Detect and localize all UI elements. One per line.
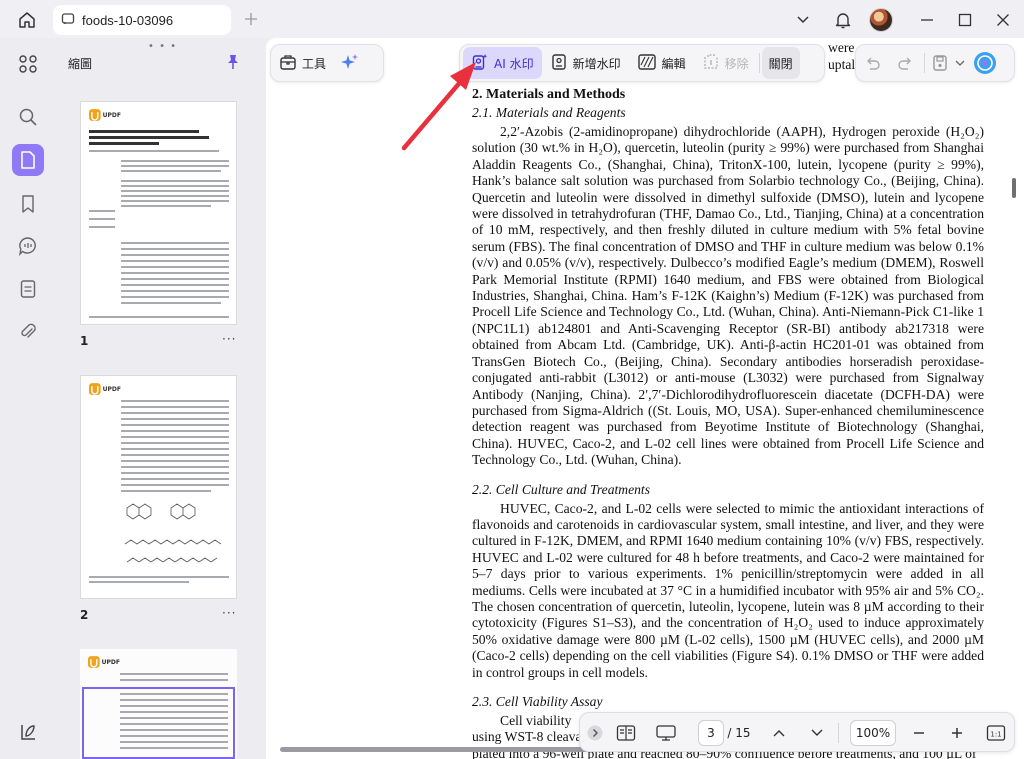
zoom-in-icon[interactable] xyxy=(946,719,968,747)
edit-pattern-icon xyxy=(637,53,657,74)
page-navigation-bar: 3 / 15 100% 1:1 xyxy=(579,712,1015,752)
document-viewer[interactable]: were uptal 2. Materials and Methods 2.1.… xyxy=(266,38,1024,759)
document-icon xyxy=(61,11,75,30)
avatar[interactable] xyxy=(867,6,895,34)
page-number-input-wrap: 3 xyxy=(696,719,726,747)
presentation-icon[interactable] xyxy=(654,719,678,747)
zoom-level-wrap: 100% xyxy=(848,719,898,747)
updf-logo-icon: UPDF xyxy=(89,382,121,396)
grid-icon[interactable] xyxy=(12,48,44,80)
edit-watermark-button[interactable]: 編輯 xyxy=(629,47,694,79)
page-thumbnail-1[interactable]: UPDF xyxy=(80,101,237,325)
comment-icon[interactable] xyxy=(12,230,44,262)
top-fragment: were xyxy=(828,40,855,55)
remove-icon xyxy=(702,53,720,74)
paperclip-icon[interactable] xyxy=(12,316,44,348)
subsection-heading: 2.1. Materials and Reagents xyxy=(472,105,626,120)
document-tab[interactable]: foods-10-03096 xyxy=(53,5,231,35)
close-label: 關閉 xyxy=(768,56,793,71)
zoom-out-icon[interactable] xyxy=(908,719,930,747)
vertical-scrollbar[interactable] xyxy=(1012,178,1016,198)
toolbox-icon xyxy=(279,53,297,74)
subsection-heading: 2.3. Cell Viability Assay xyxy=(472,694,603,709)
divider xyxy=(758,53,760,73)
maximize-icon[interactable] xyxy=(952,6,978,34)
pin-icon[interactable] xyxy=(224,53,244,73)
add-watermark-icon xyxy=(550,53,568,74)
redo-icon[interactable] xyxy=(890,47,920,79)
tools-label: 工具 xyxy=(302,56,327,71)
attachment-list-icon[interactable] xyxy=(12,273,44,305)
tools-bar: 工具 xyxy=(270,44,384,82)
plus-icon[interactable] xyxy=(240,8,262,30)
paragraph: HUVEC, Caco-2, and L-02 cells were selec… xyxy=(472,500,984,680)
page-down-icon[interactable] xyxy=(806,719,828,747)
remove-label: 移除 xyxy=(724,56,749,71)
page-thumbnail-2[interactable]: UPDF xyxy=(80,375,237,599)
chemical-structures xyxy=(121,500,229,572)
sparkle-icon xyxy=(340,52,360,75)
chevron-down-icon[interactable] xyxy=(790,6,816,34)
top-fragment: uptal xyxy=(828,57,856,72)
chevron-down-icon[interactable] xyxy=(951,47,969,79)
page-thumbnail-3[interactable]: UPDF xyxy=(80,649,237,759)
panel-drag-handle[interactable]: • • • xyxy=(148,41,177,52)
page-number-2: 2 xyxy=(80,608,89,622)
page-more-button-1[interactable]: ··· xyxy=(222,332,236,346)
tab-title: foods-10-03096 xyxy=(82,12,174,28)
add-watermark-label: 新增水印 xyxy=(572,56,621,71)
reading-mode-icon[interactable] xyxy=(614,719,638,747)
collapse-bar-icon[interactable] xyxy=(586,719,604,747)
undo-icon[interactable] xyxy=(856,47,890,79)
page-number-1: 1 xyxy=(80,334,89,348)
updf-logo-icon: UPDF xyxy=(89,108,121,122)
thumbnails-icon[interactable] xyxy=(12,144,44,176)
zoom-level-input[interactable]: 100% xyxy=(850,720,896,746)
annotation-arrow-icon xyxy=(396,46,496,156)
divider xyxy=(838,723,839,743)
ai-watermark-label: AI 水印 xyxy=(494,56,534,71)
layers-icon[interactable] xyxy=(12,716,44,748)
watermark-toolbar: AI 水印 新增水印 編輯 移除 關閉 xyxy=(459,44,825,82)
paragraph: 2,2′-Azobis (2-amidinopropane) dihydroch… xyxy=(472,124,984,468)
close-icon[interactable] xyxy=(990,6,1016,34)
total-pages: / 15 xyxy=(727,726,751,740)
bookmark-icon[interactable] xyxy=(12,188,44,220)
subsection-heading: 2.2. Cell Culture and Treatments xyxy=(472,481,650,497)
actual-size-icon[interactable]: 1:1 xyxy=(984,719,1008,747)
page-number-input[interactable]: 3 xyxy=(698,720,724,746)
ai-assistant-icon[interactable] xyxy=(969,47,1001,79)
thumbnail-panel: • • • 縮圖 UPDF 1 ··· UPDF 2 ··· UPDF xyxy=(56,38,262,759)
pdf-editor-window: foods-10-03096 • • • 縮圖 UPDF 1 ··· UPDF … xyxy=(0,0,1024,759)
add-watermark-button[interactable]: 新增水印 xyxy=(542,47,629,79)
search-icon[interactable] xyxy=(12,101,44,133)
ai-sparkle-button[interactable] xyxy=(334,47,366,79)
remove-watermark-button[interactable]: 移除 xyxy=(694,47,757,79)
page-up-icon[interactable] xyxy=(768,719,790,747)
close-watermark-button[interactable]: 關閉 xyxy=(761,47,800,79)
page-more-button-2[interactable]: ··· xyxy=(222,606,236,620)
edit-label: 編輯 xyxy=(661,56,686,71)
updf-logo-icon: UPDF xyxy=(88,655,120,669)
divider xyxy=(924,53,925,73)
save-icon[interactable] xyxy=(929,47,951,79)
left-tool-rail xyxy=(0,38,56,759)
bell-icon[interactable] xyxy=(830,6,856,34)
svg-text:1:1: 1:1 xyxy=(990,731,1001,739)
tools-button[interactable]: 工具 xyxy=(271,47,334,79)
right-toolbar xyxy=(855,44,1015,82)
title-bar: foods-10-03096 xyxy=(0,0,1024,38)
minimize-icon[interactable] xyxy=(914,6,940,34)
section-heading: 2. Materials and Methods xyxy=(472,87,626,102)
panel-title: 縮圖 xyxy=(68,57,93,71)
home-icon[interactable] xyxy=(12,7,42,33)
